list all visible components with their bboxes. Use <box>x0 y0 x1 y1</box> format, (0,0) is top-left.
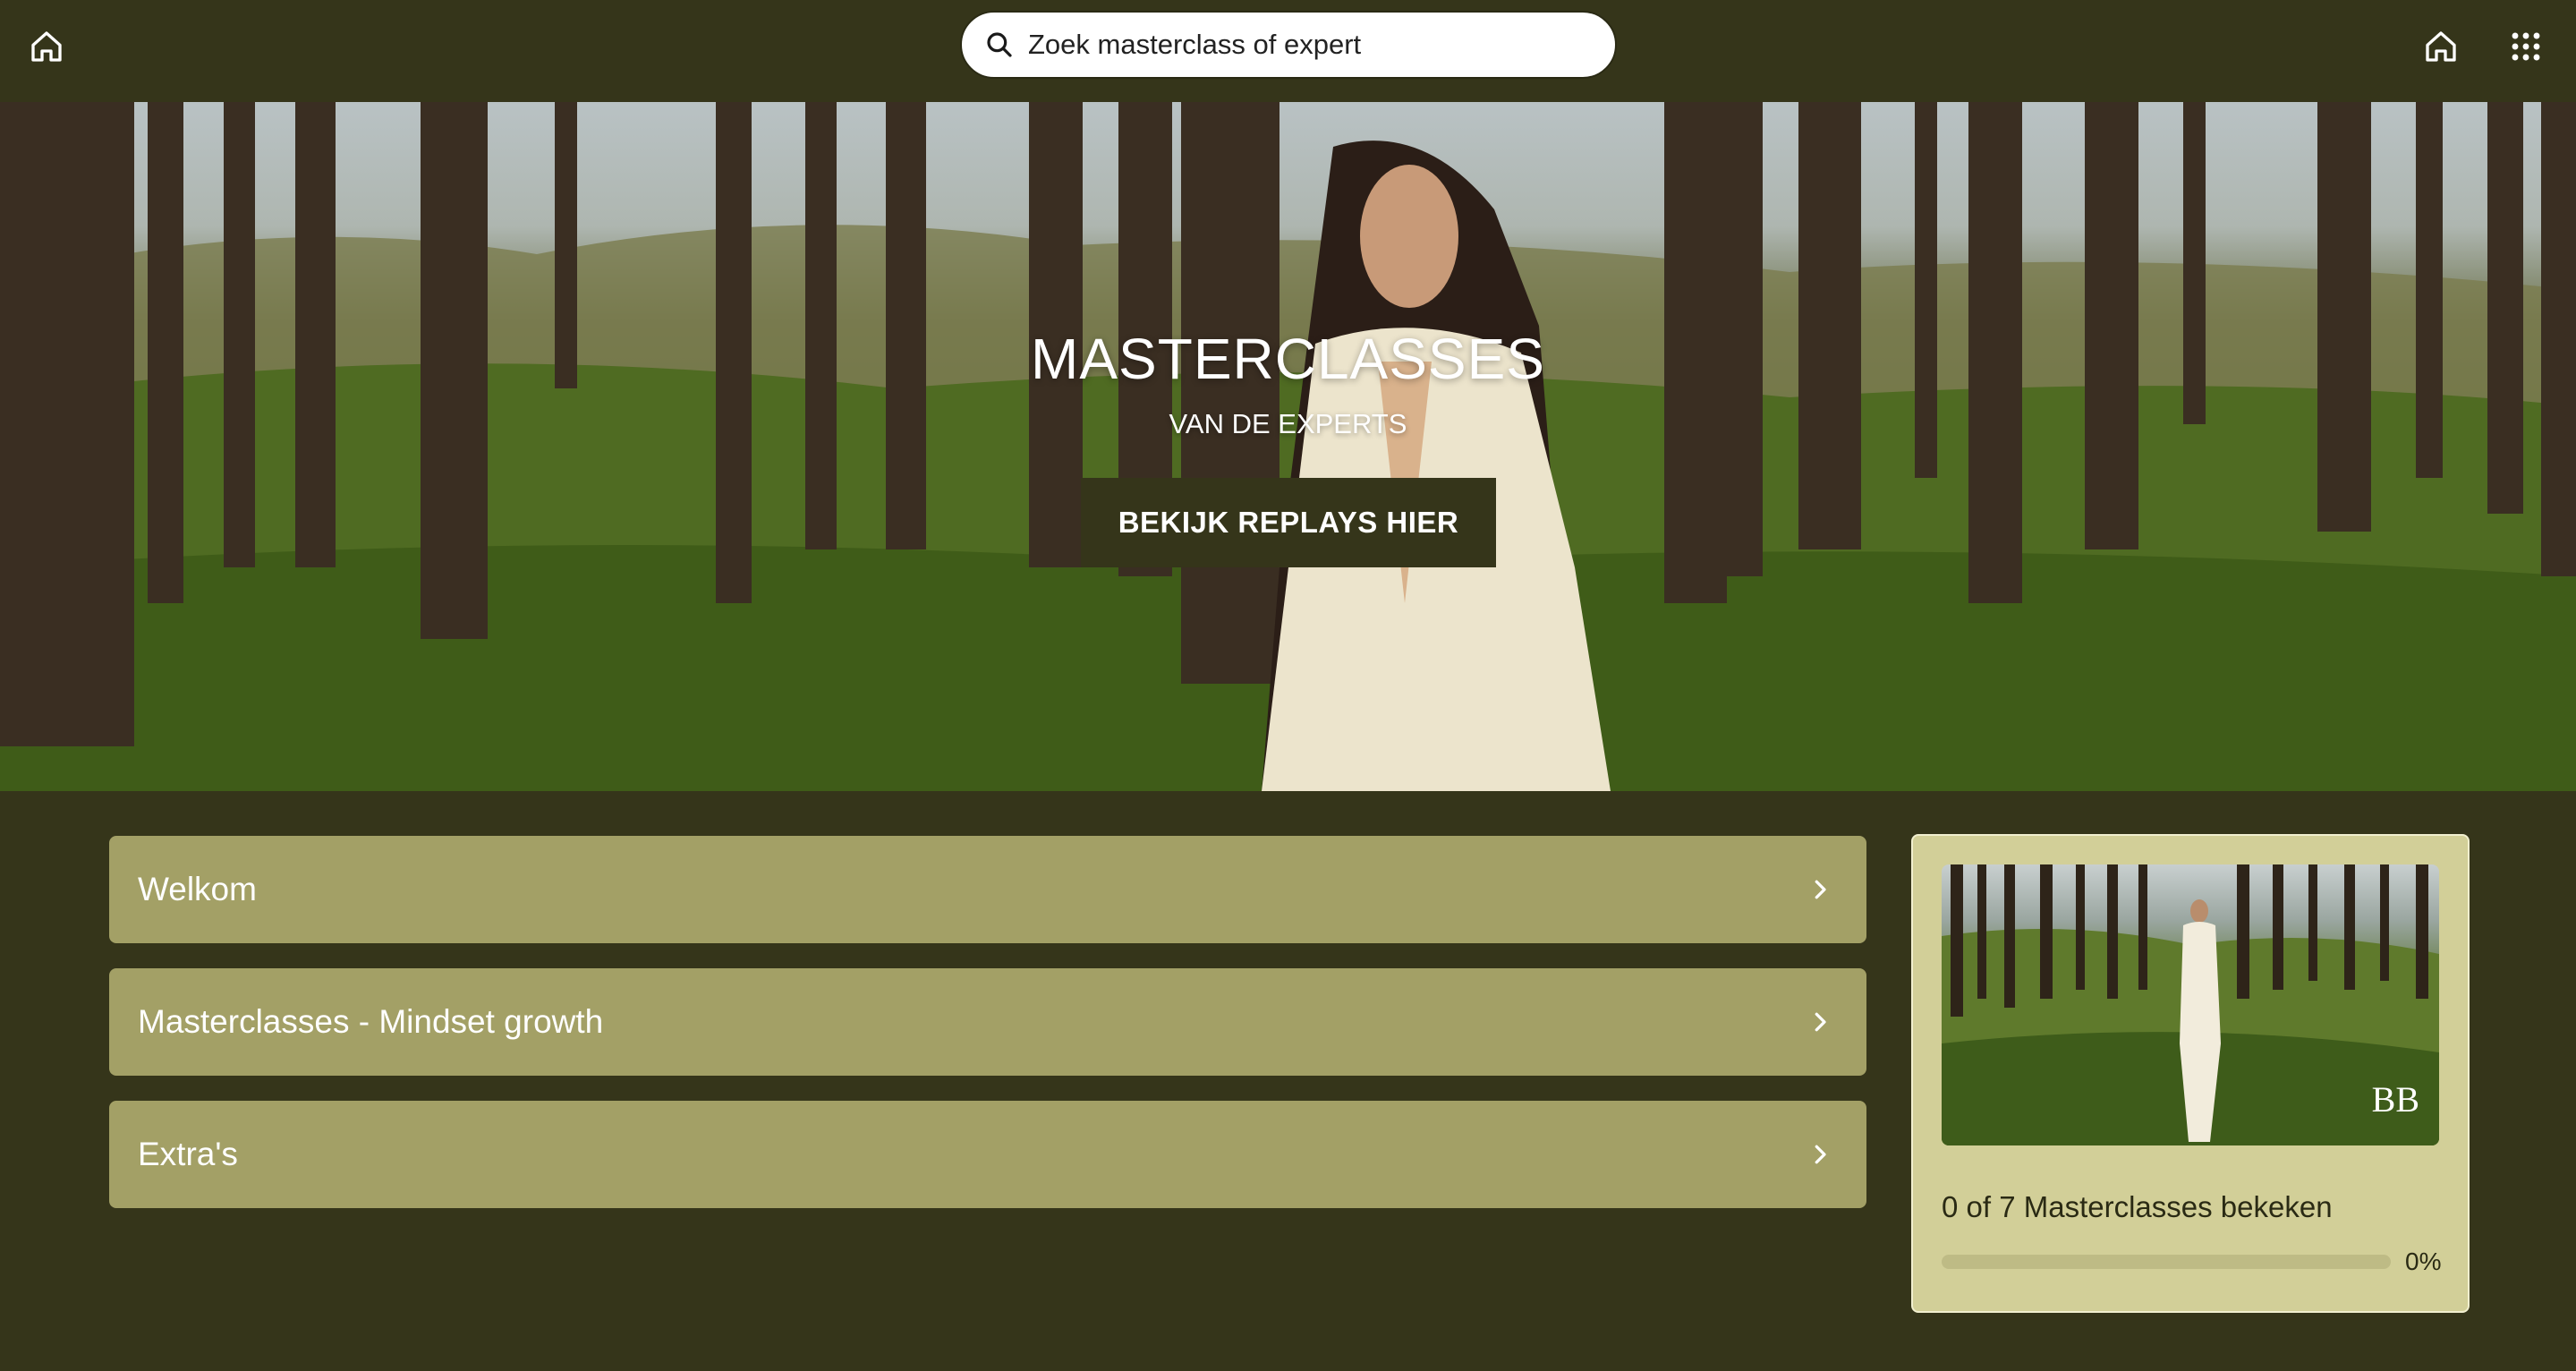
hero-subtitle: VAN DE EXPERTS <box>1169 408 1407 439</box>
section-masterclasses-mindset-growth[interactable]: Masterclasses - Mindset growth <box>109 968 1866 1076</box>
progress-summary: 0 of 7 Masterclasses bekeken <box>1942 1190 2333 1223</box>
hero-title: MASTERCLASSES <box>1031 327 1545 391</box>
hero-banner: MASTERCLASSES VAN DE EXPERTS BEKIJK REPL… <box>0 102 2576 791</box>
section-label: Extra's <box>138 1136 238 1172</box>
search-bar[interactable] <box>960 11 1617 79</box>
view-replays-button[interactable]: BEKIJK REPLAYS HIER <box>1081 478 1496 567</box>
home-icon[interactable] <box>20 20 73 73</box>
watermark-logo: BB <box>2371 1079 2419 1120</box>
section-label: Welkom <box>138 871 257 907</box>
search-input[interactable] <box>1026 28 1603 62</box>
chevron-right-icon <box>1802 1004 1838 1040</box>
hero-content: MASTERCLASSES VAN DE EXPERTS BEKIJK REPL… <box>0 102 2576 791</box>
top-bar <box>0 0 2576 102</box>
section-extras[interactable]: Extra's <box>109 1101 1866 1208</box>
section-label: Masterclasses - Mindset growth <box>138 1003 604 1040</box>
thumbnail-image <box>1942 864 2439 1145</box>
apps-grid-icon[interactable] <box>2499 20 2553 73</box>
chevron-right-icon <box>1802 872 1838 907</box>
section-welkom[interactable]: Welkom <box>109 836 1866 943</box>
progress-bar <box>1942 1255 2391 1269</box>
home-icon-right[interactable] <box>2414 20 2468 73</box>
search-icon <box>985 30 1016 60</box>
course-thumbnail[interactable]: BB <box>1942 864 2439 1145</box>
progress-percent: 0% <box>2405 1248 2442 1275</box>
progress-card: BB 0 of 7 Masterclasses bekeken 0% <box>1911 834 2470 1313</box>
chevron-right-icon <box>1802 1137 1838 1172</box>
